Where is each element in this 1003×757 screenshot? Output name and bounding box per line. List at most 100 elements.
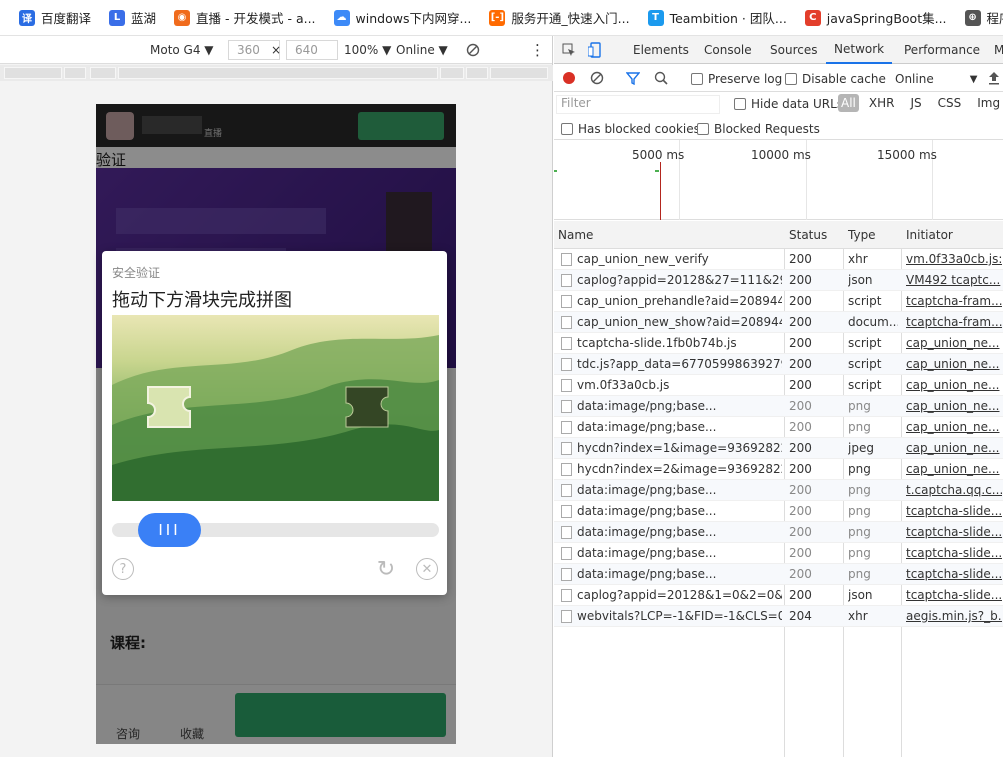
more-options-icon[interactable]: ⋮: [530, 36, 545, 64]
file-icon: [561, 547, 572, 560]
hide-data-urls-checkbox[interactable]: Hide data URLs: [734, 97, 843, 111]
cell-initiator[interactable]: vm.0f33a0cb.js:1: [906, 252, 1002, 266]
tab-performance[interactable]: Performance: [904, 36, 980, 64]
help-icon[interactable]: ?: [112, 558, 134, 580]
network-toolbar: Preserve log Disable cache Online ▼: [554, 65, 1003, 92]
cloud-icon: ☁: [333, 9, 350, 26]
table-row[interactable]: tdc.js?app_data=6770599863927975... 200 sc…: [554, 354, 1003, 375]
bookmark-item[interactable]: [-] 服务开通_快速入门...: [480, 0, 638, 36]
import-icon[interactable]: [988, 71, 1000, 85]
cell-type: png: [848, 546, 871, 560]
bookmark-item[interactable]: CjavaSpringBoot集...: [796, 0, 956, 36]
table-row[interactable]: data:image/png;base... 200 png cap_union_ne…: [554, 396, 1003, 417]
cell-initiator[interactable]: cap_union_ne...: [906, 378, 1002, 392]
table-row[interactable]: data:image/png;base... 200 png cap_union_ne…: [554, 417, 1003, 438]
preserve-log-checkbox[interactable]: Preserve log: [691, 72, 782, 86]
table-row[interactable]: caplog?appid=20128&27=111&29=... 200 json V…: [554, 270, 1003, 291]
cell-status: 200: [789, 483, 812, 497]
table-row[interactable]: hycdn?index=1&image=936928220... 200 jpeg c…: [554, 438, 1003, 459]
search-icon[interactable]: [654, 71, 668, 85]
filter-icon[interactable]: [626, 71, 640, 85]
cell-initiator[interactable]: aegis.min.js?_b...: [906, 609, 1002, 623]
table-row[interactable]: webvitals?LCP=-1&FID=-1&CLS=0&... 204 xhr a…: [554, 606, 1003, 627]
cell-initiator[interactable]: cap_union_ne...: [906, 357, 1002, 371]
rotate-icon[interactable]: [466, 36, 480, 64]
aliyun-icon: [-]: [489, 9, 506, 26]
table-row[interactable]: cap_union_new_verify 200 xhr vm.0f33a0cb.js…: [554, 249, 1003, 270]
timeline-label-15000: 15000 ms: [877, 148, 937, 162]
tab-console[interactable]: Console: [704, 36, 752, 64]
bookmark-item[interactable]: 译百度翻译: [10, 0, 100, 36]
cell-initiator[interactable]: tcaptcha-fram...: [906, 315, 1002, 329]
column-initiator[interactable]: Initiator: [906, 228, 953, 242]
inspect-icon[interactable]: [562, 36, 576, 64]
cell-initiator[interactable]: tcaptcha-slide...: [906, 588, 1002, 602]
cell-status: 200: [789, 315, 812, 329]
bookmark-item[interactable]: ☁ windows下内网穿...: [325, 0, 481, 36]
cell-name: hycdn?index=2&image=936928220...: [577, 462, 782, 476]
cell-type: json: [848, 273, 873, 287]
cell-initiator[interactable]: cap_union_ne...: [906, 462, 1002, 476]
filter-input[interactable]: Filter: [556, 95, 720, 114]
cell-initiator[interactable]: t.captcha.qq.c...: [906, 483, 1002, 497]
table-row[interactable]: cap_union_prehandle?aid=20894424... 200 sc…: [554, 291, 1003, 312]
type-filter-all[interactable]: All: [838, 94, 859, 112]
table-row[interactable]: data:image/png;base... 200 png tcaptcha-sli…: [554, 543, 1003, 564]
type-filter-js[interactable]: JS: [907, 94, 924, 112]
refresh-icon[interactable]: ↻: [375, 557, 397, 582]
cell-initiator[interactable]: tcaptcha-fram...: [906, 294, 1002, 308]
puzzle-slot-icon: [345, 386, 389, 428]
table-row[interactable]: data:image/png;base... 200 png t.captcha.qq…: [554, 480, 1003, 501]
table-row[interactable]: cap_union_new_show?aid=2089442... 200 docu…: [554, 312, 1003, 333]
zoom-select[interactable]: 100% ▼: [344, 36, 391, 64]
bookmark-item[interactable]: L 蓝湖: [100, 0, 165, 36]
clear-icon[interactable]: [590, 71, 604, 85]
cell-initiator[interactable]: cap_union_ne...: [906, 420, 1002, 434]
teambition-icon: T: [647, 9, 664, 26]
type-filter-xhr[interactable]: XHR: [866, 94, 898, 112]
type-filter-img[interactable]: Img: [974, 94, 1003, 112]
table-row[interactable]: hycdn?index=2&image=936928220... 200 png ca…: [554, 459, 1003, 480]
has-blocked-cookies-checkbox[interactable]: Has blocked cookies: [561, 122, 700, 136]
tab-sources[interactable]: Sources: [770, 36, 817, 64]
cell-initiator[interactable]: tcaptcha-slide...: [906, 567, 1002, 581]
cell-name: caplog?appid=20128&1=0&2=0&3...: [577, 588, 782, 602]
column-name[interactable]: Name: [558, 228, 593, 242]
network-throttle-select[interactable]: Online ▼: [396, 36, 448, 64]
close-icon[interactable]: ✕: [416, 558, 438, 580]
device-toggle-icon[interactable]: [588, 36, 602, 64]
bookmark-label: 百度翻译: [41, 11, 92, 26]
disable-cache-checkbox[interactable]: Disable cache: [785, 72, 886, 86]
bookmark-item[interactable]: T Teambition · 团队...: [639, 0, 796, 36]
cell-initiator[interactable]: tcaptcha-slide...: [906, 504, 1002, 518]
media-query-ruler[interactable]: [0, 65, 553, 81]
slider-handle[interactable]: III: [138, 513, 201, 547]
cell-initiator[interactable]: cap_union_ne...: [906, 399, 1002, 413]
bookmark-item[interactable]: ◉ 直播 - 开发模式 - a...: [165, 0, 325, 36]
column-type[interactable]: Type: [848, 228, 876, 242]
network-overview-timeline[interactable]: 5000 ms 10000 ms 15000 ms: [554, 140, 1003, 220]
blocked-requests-checkbox[interactable]: Blocked Requests: [697, 122, 820, 136]
table-row[interactable]: data:image/png;base... 200 png tcaptcha-sli…: [554, 564, 1003, 585]
cell-initiator[interactable]: cap_union_ne...: [906, 441, 1002, 455]
tab-more[interactable]: M: [994, 36, 1003, 64]
cell-initiator[interactable]: tcaptcha-slide...: [906, 546, 1002, 560]
table-row[interactable]: tcaptcha-slide.1fb0b74b.js 200 script cap_u…: [554, 333, 1003, 354]
record-icon[interactable]: [562, 71, 576, 85]
cell-initiator[interactable]: tcaptcha-slide...: [906, 525, 1002, 539]
cell-initiator[interactable]: VM492 tcaptc...: [906, 273, 1002, 287]
tab-elements[interactable]: Elements: [633, 36, 689, 64]
request-bar: [655, 170, 659, 172]
column-status[interactable]: Status: [789, 228, 827, 242]
cell-initiator[interactable]: cap_union_ne...: [906, 336, 1002, 350]
table-row[interactable]: data:image/png;base... 200 png tcaptcha-sli…: [554, 501, 1003, 522]
bookmark-item[interactable]: ⊕ 程序员万: [956, 0, 1003, 36]
tab-network[interactable]: Network: [826, 36, 893, 64]
device-select[interactable]: Moto G4 ▼: [150, 36, 214, 64]
throttle-select[interactable]: Online ▼: [895, 72, 977, 86]
table-row[interactable]: vm.0f33a0cb.js 200 script cap_union_ne...: [554, 375, 1003, 396]
height-input[interactable]: 640: [286, 40, 338, 60]
table-row[interactable]: caplog?appid=20128&1=0&2=0&3... 200 json tc…: [554, 585, 1003, 606]
table-row[interactable]: data:image/png;base... 200 png tcaptcha-sli…: [554, 522, 1003, 543]
type-filter-css[interactable]: CSS: [935, 94, 965, 112]
